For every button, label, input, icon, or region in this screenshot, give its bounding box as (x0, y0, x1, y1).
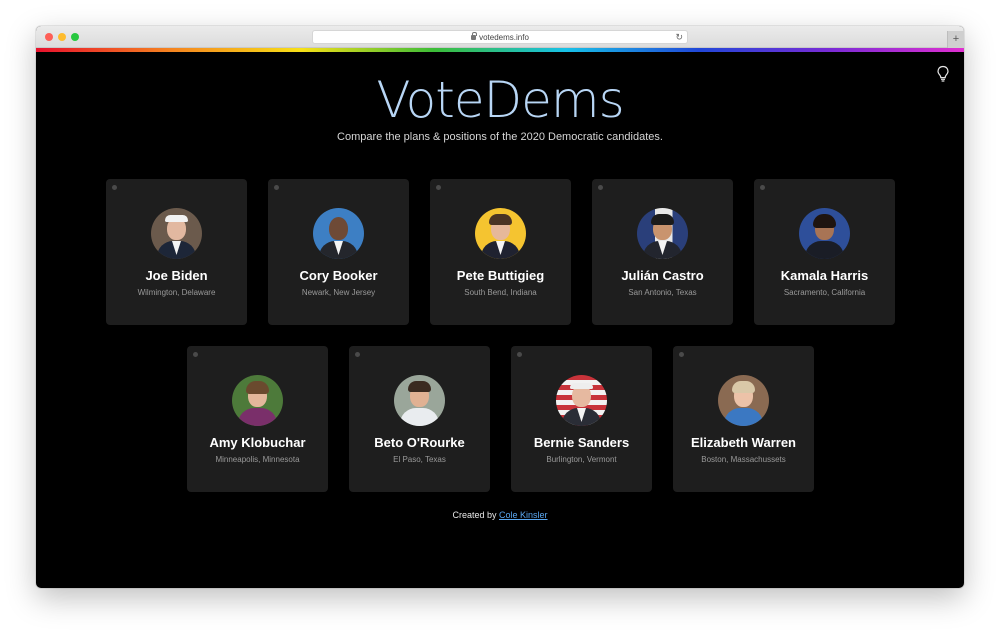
candidate-card-sanders[interactable]: Bernie Sanders Burlington, Vermont (511, 346, 652, 492)
card-status-dot (193, 352, 198, 357)
candidate-card-harris[interactable]: Kamala Harris Sacramento, California (754, 179, 895, 325)
candidate-location: Minneapolis, Minnesota (215, 455, 300, 464)
candidate-avatar (313, 208, 364, 259)
candidate-location: Burlington, Vermont (546, 455, 617, 464)
candidate-name: Beto O'Rourke (374, 435, 465, 450)
candidate-name: Cory Booker (299, 268, 378, 283)
browser-window: votedems.info ↻ + VoteDems Compare the p… (36, 26, 964, 588)
candidate-card-warren[interactable]: Elizabeth Warren Boston, Massachussets (673, 346, 814, 492)
close-window-button[interactable] (45, 33, 53, 41)
candidate-name: Joe Biden (145, 268, 208, 283)
browser-titlebar: votedems.info ↻ + (36, 26, 964, 48)
rainbow-stripe (36, 48, 964, 52)
card-status-dot (355, 352, 360, 357)
card-status-dot (679, 352, 684, 357)
address-bar-url: votedems.info (479, 33, 529, 42)
candidate-card-orourke[interactable]: Beto O'Rourke El Paso, Texas (349, 346, 490, 492)
card-status-dot (760, 185, 765, 190)
candidate-card-klobuchar[interactable]: Amy Klobuchar Minneapolis, Minnesota (187, 346, 328, 492)
footer: Created by Cole Kinsler (36, 510, 964, 520)
candidate-name: Bernie Sanders (533, 435, 630, 450)
minimize-window-button[interactable] (58, 33, 66, 41)
candidate-name: Elizabeth Warren (691, 435, 796, 450)
candidate-avatar (232, 375, 283, 426)
candidate-card-biden[interactable]: Joe Biden Wilmington, Delaware (106, 179, 247, 325)
card-status-dot (436, 185, 441, 190)
candidate-location: Boston, Massachussets (701, 455, 786, 464)
candidate-avatar (394, 375, 445, 426)
candidate-location: South Bend, Indiana (464, 288, 537, 297)
candidate-avatar (151, 208, 202, 259)
candidate-name: Pete Buttigieg (456, 268, 545, 283)
new-tab-button[interactable]: + (947, 31, 964, 48)
candidate-location: El Paso, Texas (393, 455, 446, 464)
candidate-location: San Antonio, Texas (628, 288, 697, 297)
lock-icon (471, 32, 477, 40)
author-link[interactable]: Cole Kinsler (499, 510, 548, 520)
page-subtitle: Compare the plans & positions of the 202… (337, 131, 663, 143)
candidate-avatar (556, 375, 607, 426)
candidate-avatar (799, 208, 850, 259)
card-status-dot (274, 185, 279, 190)
card-status-dot (517, 352, 522, 357)
candidate-name: Julián Castro (621, 268, 704, 283)
footer-created-by: Created by (452, 510, 497, 520)
address-bar[interactable]: votedems.info ↻ (312, 30, 688, 44)
zoom-window-button[interactable] (71, 33, 79, 41)
candidate-avatar (475, 208, 526, 259)
page-title: VoteDems (376, 71, 624, 129)
candidate-card-castro[interactable]: Julián Castro San Antonio, Texas (592, 179, 733, 325)
candidate-avatar (637, 208, 688, 259)
candidate-name: Kamala Harris (780, 268, 869, 283)
candidate-card-buttigieg[interactable]: Pete Buttigieg South Bend, Indiana (430, 179, 571, 325)
reload-icon[interactable]: ↻ (675, 31, 683, 44)
candidate-location: Sacramento, California (783, 288, 866, 297)
candidate-avatar (718, 375, 769, 426)
candidate-name: Amy Klobuchar (209, 435, 306, 450)
card-status-dot (598, 185, 603, 190)
candidate-card-booker[interactable]: Cory Booker Newark, New Jersey (268, 179, 409, 325)
card-status-dot (112, 185, 117, 190)
candidate-location: Newark, New Jersey (301, 288, 376, 297)
candidate-location: Wilmington, Delaware (137, 288, 216, 297)
